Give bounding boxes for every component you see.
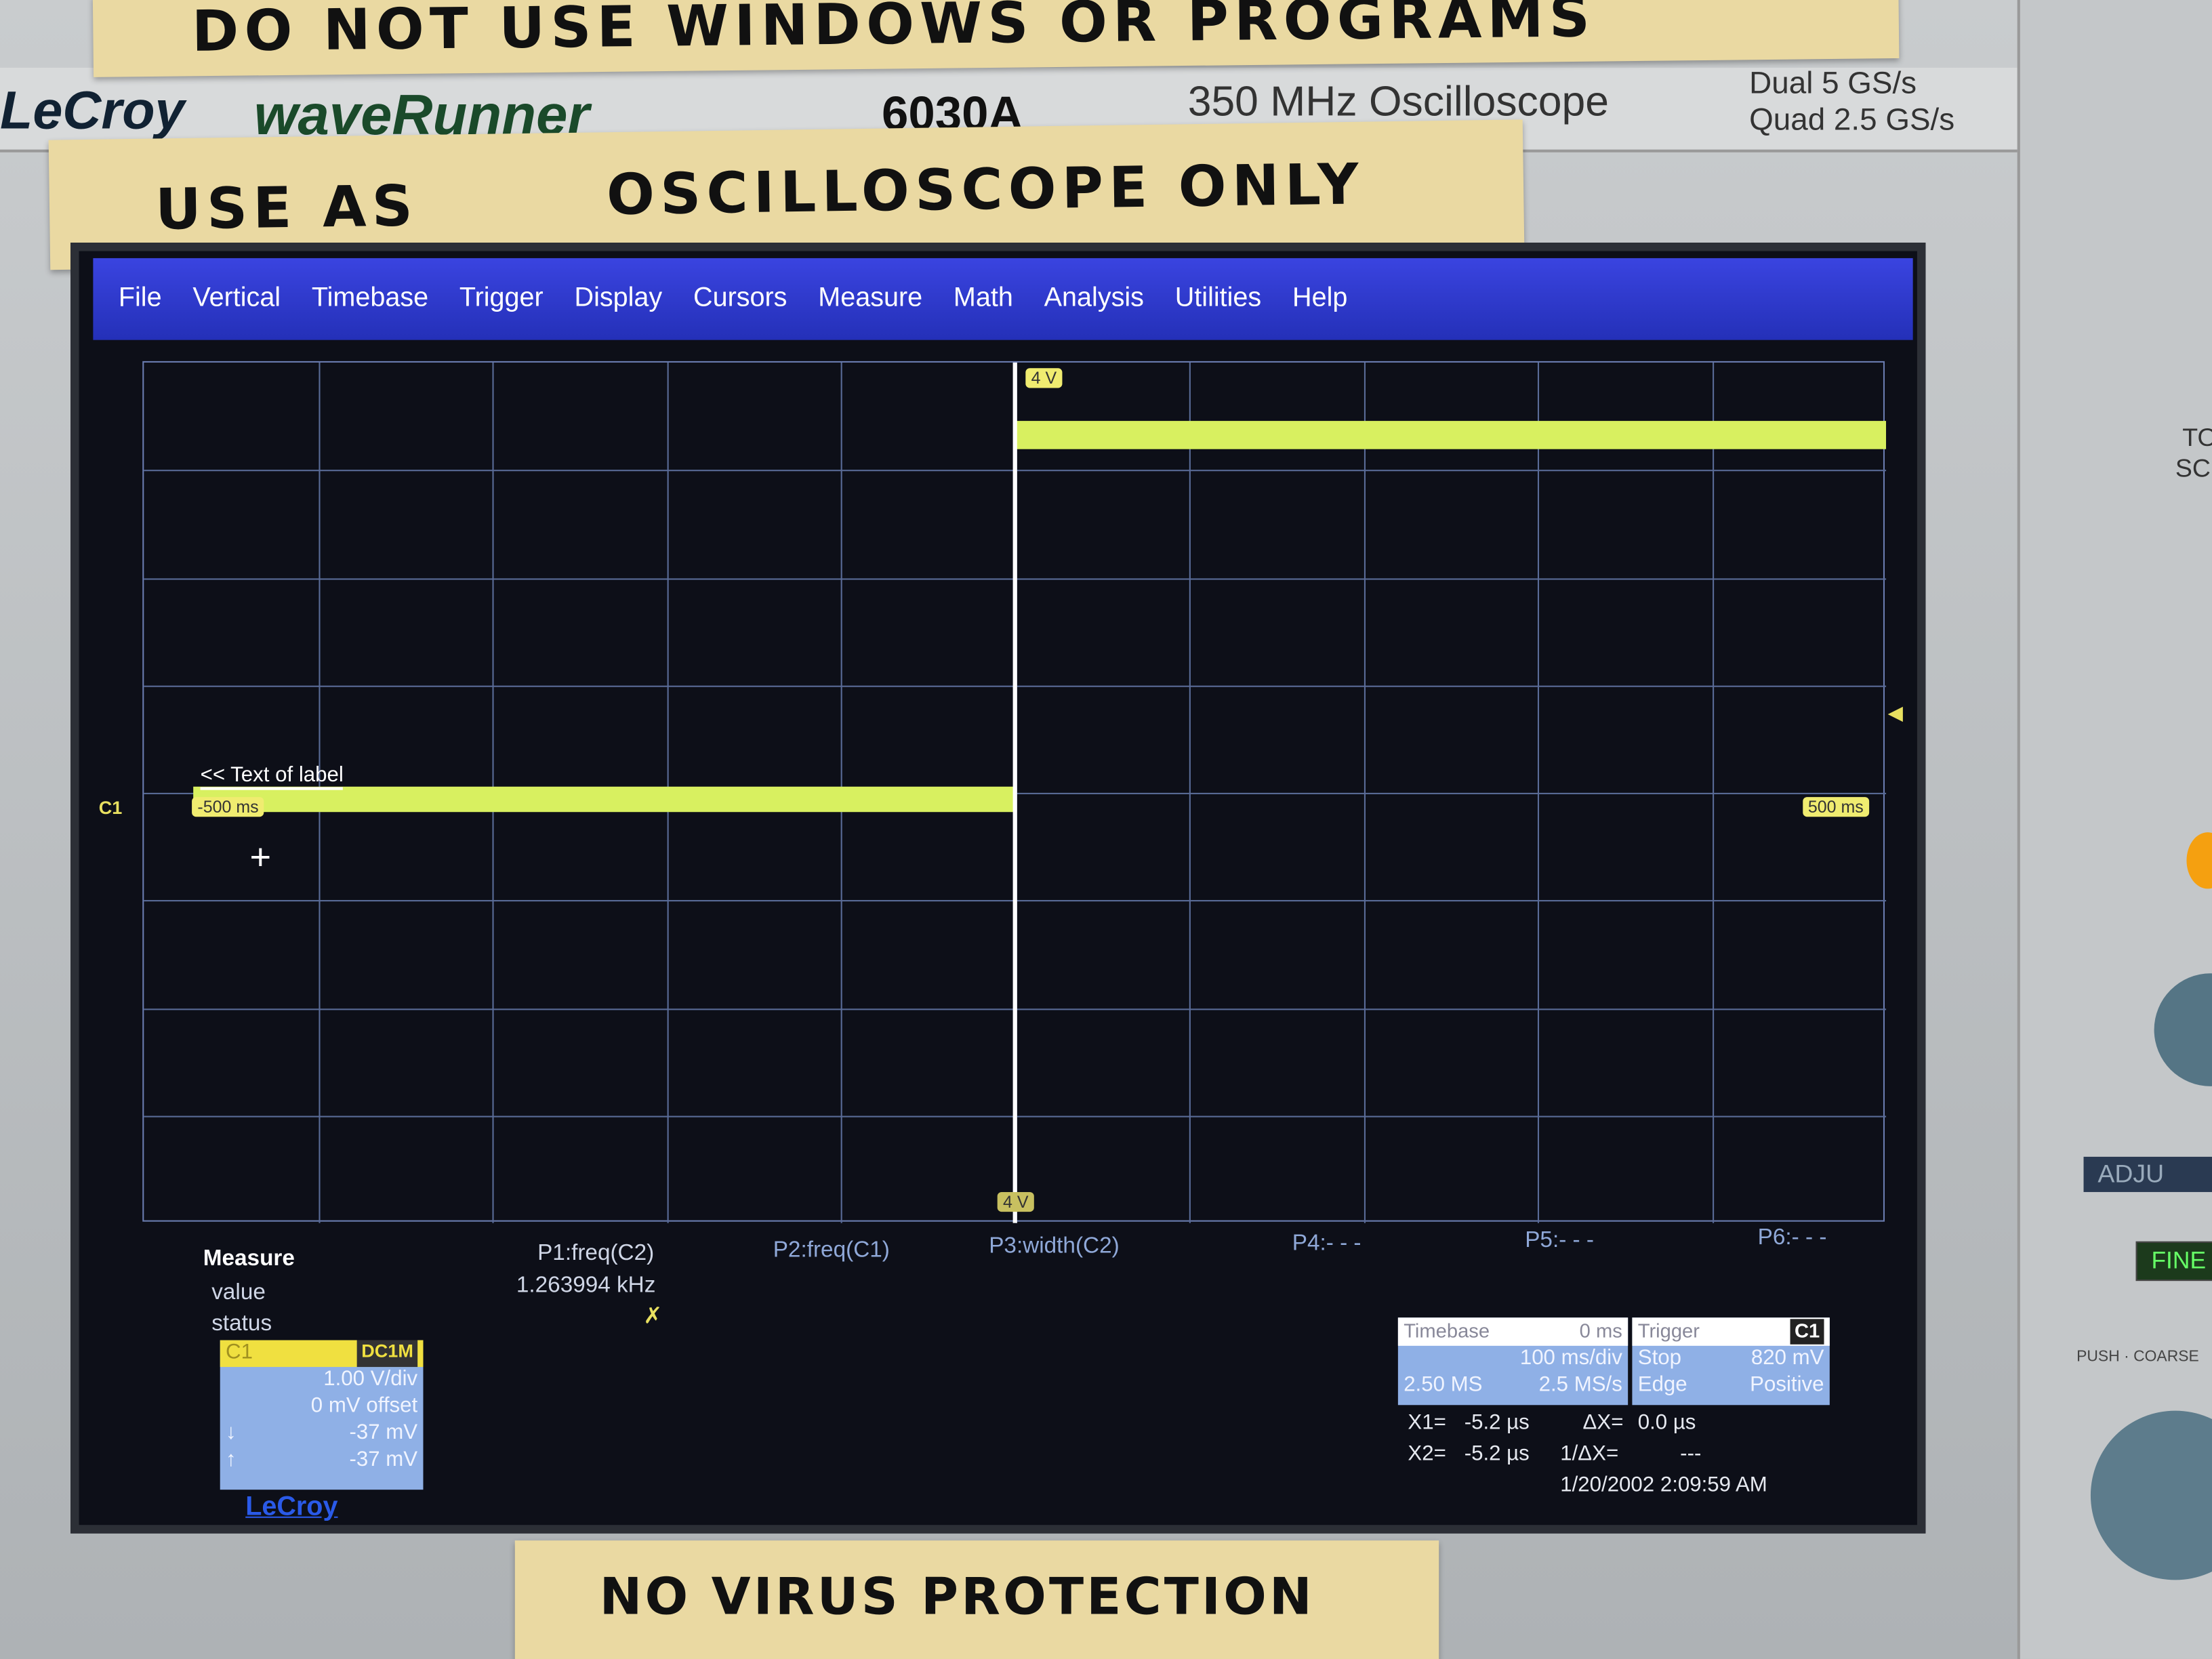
- timebase-samples: 2.50 MS: [1404, 1372, 1483, 1397]
- crosshair-cursor-icon: +: [249, 835, 272, 878]
- menu-analysis[interactable]: Analysis: [1044, 283, 1144, 314]
- timebase-tdiv: 100 ms/div: [1519, 1345, 1622, 1370]
- menu-timebase[interactable]: Timebase: [312, 283, 428, 314]
- cursor-x1-label: X1=: [1408, 1410, 1446, 1435]
- channel-offset: 0 mV offset: [310, 1393, 418, 1418]
- channel-marker[interactable]: C1: [99, 797, 123, 818]
- channel-value-1: -37 mV: [349, 1420, 418, 1445]
- param-p1[interactable]: P1:freq(C2): [537, 1242, 654, 1267]
- tape-text-left: USE AS: [155, 174, 419, 243]
- down-arrow-icon: ↓: [226, 1420, 237, 1445]
- trigger-level-arrow-icon[interactable]: ◀: [1888, 701, 1903, 725]
- cursor-x2-value: -5.2 µs: [1464, 1441, 1530, 1466]
- brand-description: 350 MHz Oscilloscope: [1187, 79, 1609, 126]
- menu-help[interactable]: Help: [1292, 283, 1347, 314]
- brand-spec1: Dual 5 GS/s: [1749, 64, 1917, 100]
- trace-high-segment: [1015, 421, 1887, 449]
- bottom-voltage-marker: 4 V: [997, 1191, 1034, 1212]
- channel-vdiv: 1.00 V/div: [323, 1367, 418, 1391]
- tape-text-right: OSCILLOSCOPE ONLY: [606, 152, 1365, 228]
- menu-file[interactable]: File: [119, 283, 162, 314]
- trigger-slope: Positive: [1750, 1372, 1824, 1397]
- tape-no-virus: NO VIRUS PROTECTION: [514, 1540, 1439, 1659]
- panel-adjust-label: ADJU: [2083, 1156, 2212, 1192]
- channel-c1-box[interactable]: C1 DC1M 1.00 V/div 0 mV offset ↓ -37 mV ↑ -…: [220, 1340, 424, 1490]
- measure-status-label: status: [211, 1311, 272, 1336]
- measure-title: Measure: [203, 1247, 295, 1271]
- brand-spec2: Quad 2.5 GS/s: [1749, 101, 1955, 137]
- trigger-type: Edge: [1637, 1372, 1687, 1397]
- param-p1-value: 1.263994 kHz: [516, 1273, 656, 1298]
- cursor-inv-label: 1/ΔX=: [1560, 1441, 1619, 1466]
- trigger-mode: Stop: [1637, 1345, 1681, 1370]
- cursor-inv-value: ---: [1680, 1441, 1702, 1466]
- lecroy-logo: LeCroy: [245, 1492, 338, 1523]
- channel-name: C1: [226, 1340, 253, 1364]
- top-voltage-marker: 4 V: [1025, 368, 1063, 388]
- channel-coupling: DC1M: [356, 1340, 418, 1368]
- waveform-grid[interactable]: << Text of label C1 -500 ms 500 ms 4 V 4…: [99, 361, 1903, 1223]
- datetime: 1/20/2002 2:09:59 AM: [1560, 1473, 1767, 1497]
- timebase-rate: 2.5 MS/s: [1538, 1372, 1622, 1397]
- cursor-x2-label: X2=: [1408, 1441, 1446, 1466]
- timebase-delay: 0 ms: [1579, 1319, 1622, 1342]
- trigger-title: Trigger: [1637, 1319, 1700, 1342]
- cursor-dx-label: ΔX=: [1582, 1410, 1624, 1435]
- panel-label-sc: SCI: [2175, 454, 2212, 483]
- menu-math[interactable]: Math: [954, 283, 1013, 314]
- param-p6[interactable]: P6:- - -: [1758, 1226, 1827, 1251]
- trigger-level: 820 mV: [1750, 1345, 1824, 1370]
- cursor-dx-value: 0.0 µs: [1637, 1410, 1696, 1435]
- menu-measure[interactable]: Measure: [818, 283, 922, 314]
- param-p5[interactable]: P5:- - -: [1525, 1229, 1594, 1254]
- panel-label-to: TO: [2182, 423, 2212, 452]
- param-p2[interactable]: P2:freq(C1): [773, 1239, 890, 1264]
- trigger-box[interactable]: Trigger C1 Stop 820 mV Edge Positive: [1632, 1317, 1830, 1406]
- trigger-source: C1: [1790, 1319, 1824, 1345]
- coarse-knob[interactable]: [2090, 1410, 2212, 1580]
- panel-push-label: PUSH · COARSE: [2076, 1349, 2199, 1366]
- up-arrow-icon: ↑: [226, 1447, 237, 1472]
- oscilloscope-photo: LeCroy waveRunner 6030A 350 MHz Oscillos…: [0, 0, 2212, 1659]
- trace-low-segment: [193, 786, 1015, 813]
- front-panel: TO SCI ADJU FINE PUSH · COARSE: [2017, 0, 2212, 1659]
- menu-trigger[interactable]: Trigger: [459, 283, 544, 314]
- menu-vertical[interactable]: Vertical: [192, 283, 281, 314]
- waveform-label[interactable]: << Text of label: [200, 763, 344, 790]
- left-time-marker: -500 ms: [192, 797, 265, 817]
- adjust-knob[interactable]: [2154, 973, 2212, 1086]
- param-p4[interactable]: P4:- - -: [1292, 1231, 1361, 1256]
- scope-screen: File Vertical Timebase Trigger Display Cursor…: [70, 243, 1926, 1534]
- param-p3[interactable]: P3:width(C2): [989, 1234, 1120, 1259]
- channel-value-2: -37 mV: [349, 1447, 418, 1472]
- fine-indicator[interactable]: FINE: [2135, 1241, 2212, 1282]
- orange-button[interactable]: [2186, 832, 2212, 889]
- menu-display[interactable]: Display: [575, 283, 663, 314]
- right-time-marker: 500 ms: [1802, 797, 1870, 817]
- menu-cursors[interactable]: Cursors: [693, 283, 787, 314]
- measure-value-label: value: [211, 1281, 266, 1305]
- brand-maker: LeCroy: [0, 81, 185, 142]
- menu-utilities[interactable]: Utilities: [1175, 283, 1261, 314]
- menu-bar: File Vertical Timebase Trigger Display Cursor…: [93, 258, 1913, 340]
- tape-do-not-use: DO NOT USE WINDOWS OR PROGRAMS: [92, 0, 1900, 77]
- cursor-x1-value: -5.2 µs: [1464, 1410, 1530, 1435]
- param-p1-status-icon: ✗: [643, 1305, 663, 1329]
- timebase-title: Timebase: [1404, 1319, 1490, 1342]
- channel-header: C1 DC1M: [220, 1340, 424, 1368]
- timebase-box[interactable]: Timebase 0 ms 100 ms/div 2.50 MS 2.5 MS/s: [1397, 1317, 1629, 1406]
- waveform-trace: [193, 362, 1887, 1223]
